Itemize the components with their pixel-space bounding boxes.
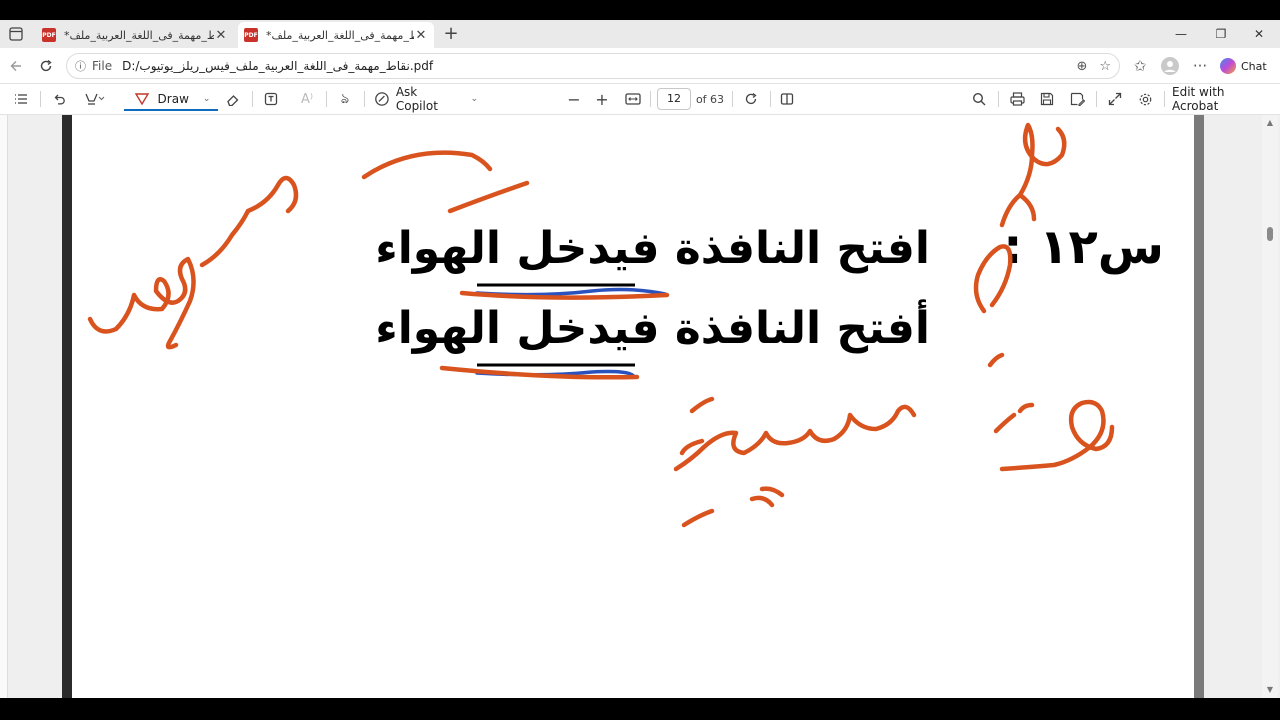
url-text[interactable]: D:/نقاط_مهمة_فى_اللغة_العربية_ملف_فيس_ري…	[122, 59, 1076, 73]
ink-word-left	[87, 175, 299, 350]
ink-word-right-top	[973, 122, 1067, 314]
chat-button[interactable]: Chat	[1220, 55, 1267, 77]
favorites-icon[interactable]: ✩	[1128, 54, 1152, 78]
page-total: of 63	[695, 92, 725, 106]
rotate-icon[interactable]	[740, 88, 762, 110]
pdf-viewer: س١٢ : افتح النافذة فيدخل الهواء أفتح الن…	[0, 115, 1280, 698]
favorite-star-icon[interactable]: ☆	[1099, 59, 1111, 74]
undo-icon[interactable]	[48, 88, 70, 110]
highlight-icon[interactable]	[78, 88, 110, 110]
tab-actions-icon[interactable]	[4, 22, 28, 46]
translate-icon[interactable]: ঌ	[334, 88, 356, 110]
zoom-out-button[interactable]: −	[564, 88, 584, 110]
info-icon[interactable]: ⓘ	[75, 58, 86, 74]
vertical-scrollbar[interactable]: ▲ ▼	[1262, 115, 1278, 698]
read-aloud-icon[interactable]: A⁾	[296, 88, 318, 110]
contents-icon[interactable]	[10, 88, 32, 110]
gear-icon[interactable]	[1134, 88, 1156, 110]
profile-avatar[interactable]	[1158, 54, 1182, 78]
maximize-button[interactable]: ❐	[1200, 22, 1242, 46]
tab-close-icon[interactable]: ✕	[414, 28, 428, 43]
save-icon[interactable]	[1036, 88, 1058, 110]
tab-pdf-active[interactable]: PDF *نقاط_مهمة_فى_اللغة_العربية_ملف ✕	[238, 22, 434, 48]
scroll-up-icon[interactable]: ▲	[1262, 117, 1278, 129]
print-icon[interactable]	[1006, 88, 1028, 110]
tab-title: *نقاط_مهمة_فى_اللغة_العربية_ملف	[64, 28, 214, 42]
zoom-icon[interactable]: ⊕	[1076, 59, 1087, 74]
address-bar[interactable]: ⓘ File D:/نقاط_مهمة_فى_اللغة_العربية_ملف…	[66, 53, 1120, 79]
draw-button[interactable]: Draw ⌄	[128, 88, 216, 110]
copilot-outline-icon	[375, 92, 389, 106]
pdf-icon: PDF	[244, 28, 258, 42]
close-window-button[interactable]: ✕	[1238, 22, 1280, 46]
chat-label: Chat	[1241, 59, 1267, 73]
chevron-down-icon[interactable]: ⌄	[470, 94, 478, 104]
ink-arc-top	[361, 150, 493, 180]
edit-with-acrobat-label: Edit with Acrobat	[1172, 85, 1225, 113]
scheme-label: File	[92, 59, 113, 73]
pdf-icon: PDF	[42, 28, 56, 42]
search-icon[interactable]	[968, 88, 990, 110]
pdf-page: س١٢ : افتح النافذة فيدخل الهواء أفتح الن…	[62, 115, 1204, 698]
page-content: س١٢ : افتح النافذة فيدخل الهواء أفتح الن…	[72, 115, 1194, 698]
draw-active-indicator	[124, 109, 218, 111]
minimize-button[interactable]: —	[1160, 22, 1202, 46]
navigation-bar: ⓘ File D:/نقاط_مهمة_فى_اللغة_العربية_ملف…	[0, 48, 1280, 84]
draw-label: Draw	[157, 92, 189, 106]
tab-pdf-inactive[interactable]: PDF *نقاط_مهمة_فى_اللغة_العربية_ملف ✕	[36, 22, 234, 48]
refresh-button[interactable]	[34, 54, 58, 78]
ink-word-bottom	[673, 396, 917, 528]
tab-close-icon[interactable]: ✕	[214, 28, 228, 43]
save-as-icon[interactable]	[1066, 88, 1088, 110]
eraser-icon[interactable]	[222, 88, 244, 110]
chevron-down-icon[interactable]: ⌄	[203, 94, 211, 104]
viewer-left-edge	[0, 115, 8, 698]
expand-icon[interactable]	[1104, 88, 1126, 110]
tab-title: *نقاط_مهمة_فى_اللغة_العربية_ملف	[266, 28, 414, 42]
ink-annotations	[87, 122, 1115, 528]
text-box-icon[interactable]	[260, 88, 282, 110]
scroll-down-icon[interactable]: ▼	[1262, 684, 1278, 696]
more-menu-icon[interactable]: ···	[1188, 54, 1212, 78]
zoom-in-button[interactable]: +	[592, 88, 612, 110]
ink-slash-mark	[447, 180, 530, 214]
new-tab-button[interactable]: +	[440, 23, 462, 45]
fit-width-icon[interactable]	[622, 88, 644, 110]
page-view-icon[interactable]	[776, 88, 798, 110]
draw-icon	[134, 93, 149, 106]
bottom-letterbox	[0, 698, 1280, 720]
ink-word-bottom-right	[987, 352, 1115, 472]
page-number-input[interactable]: 12	[657, 88, 691, 110]
scroll-thumb[interactable]	[1267, 227, 1273, 241]
copilot-icon	[1220, 58, 1236, 74]
edit-with-acrobat-button[interactable]: Edit with Acrobat	[1172, 85, 1272, 113]
ask-copilot-button[interactable]: Ask Copilot ⌄	[374, 85, 478, 113]
back-button[interactable]	[4, 54, 28, 78]
ask-copilot-label: Ask Copilot	[395, 85, 438, 113]
tab-strip: PDF *نقاط_مهمة_فى_اللغة_العربية_ملف ✕ PD…	[0, 20, 1280, 48]
app-window: PDF *نقاط_مهمة_فى_اللغة_العربية_ملف ✕ PD…	[0, 0, 1280, 720]
